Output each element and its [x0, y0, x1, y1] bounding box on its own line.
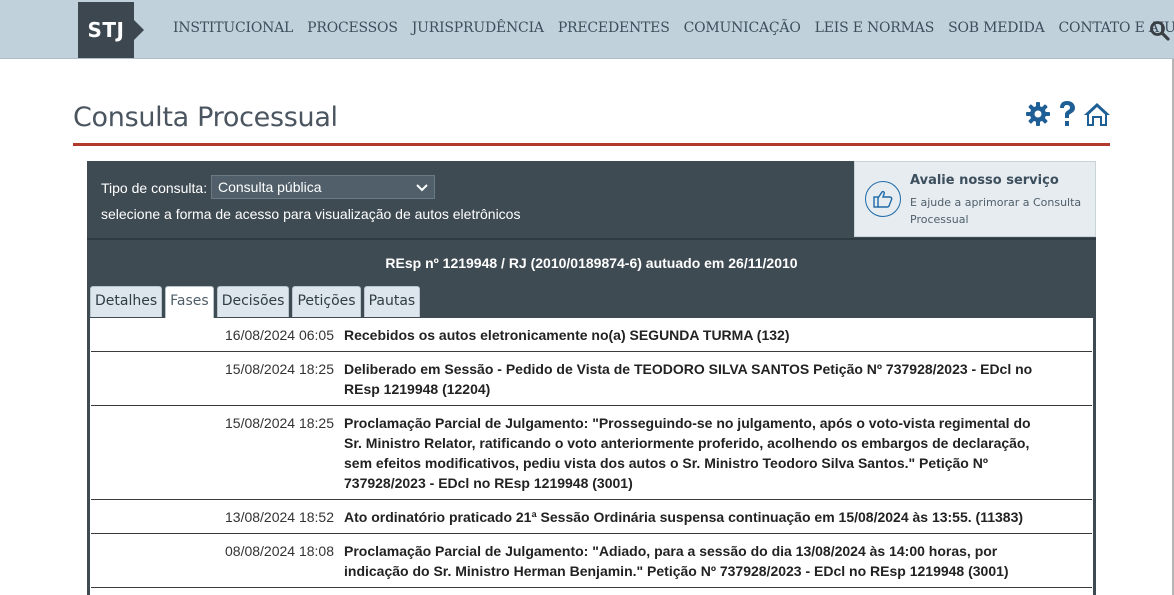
- consulta-type-select[interactable]: Consulta pública: [211, 175, 435, 199]
- fase-row: 15/08/2024 18:25 Proclamação Parcial de …: [91, 406, 1092, 500]
- nav-item-institucional[interactable]: INSTITUCIONAL: [166, 20, 300, 36]
- fase-date: 08/08/2024 18:08: [225, 543, 334, 559]
- avalie-servico-box[interactable]: Avalie nosso serviço E ajude a aprimorar…: [854, 161, 1096, 237]
- tab-pautas[interactable]: Pautas: [363, 286, 421, 317]
- fase-row: 15/08/2024 18:25 Deliberado em Sessão - …: [91, 352, 1092, 406]
- fase-text: Proclamação Parcial de Julgamento: "Adia…: [344, 543, 1009, 579]
- tab-decisoes[interactable]: Decisões: [216, 286, 290, 317]
- main-nav: INSTITUCIONAL PROCESSOS JURISPRUDÊNCIA P…: [166, 20, 1174, 36]
- fase-date: 15/08/2024 18:25: [225, 415, 334, 431]
- header-icons: [1025, 100, 1111, 128]
- tab-bar: Detalhes Fases Decisões Petições Pautas: [90, 286, 421, 318]
- nav-item-precedentes[interactable]: PRECEDENTES: [551, 20, 677, 36]
- avalie-subtitle: E ajude a aprimorar a Consulta Processua…: [910, 196, 1082, 226]
- settings-gear-icon[interactable]: [1025, 101, 1051, 127]
- divider: [87, 238, 1096, 240]
- consulta-type-value: Consulta pública: [218, 179, 322, 195]
- tab-fases[interactable]: Fases: [165, 286, 214, 318]
- consulta-panel: Tipo de consulta: Consulta pública selec…: [87, 161, 1096, 595]
- search-icon[interactable]: [1149, 20, 1171, 42]
- fase-date: 13/08/2024 18:52: [225, 509, 334, 525]
- fase-date: 16/08/2024 06:05: [225, 327, 334, 343]
- page-title: Consulta Processual: [73, 102, 338, 133]
- fase-date: 15/08/2024 18:25: [225, 361, 334, 377]
- avalie-title: Avalie nosso serviço: [910, 173, 1059, 188]
- processo-title: REsp nº 1219948 / RJ (2010/0189874-6) au…: [385, 255, 798, 271]
- fase-text: Deliberado em Sessão - Pedido de Vista d…: [344, 361, 1033, 397]
- fase-text: Ato ordinatório praticado 21ª Sessão Ord…: [344, 509, 1024, 525]
- fase-row: 08/08/2024 18:08 Proclamação Parcial de …: [91, 534, 1092, 588]
- tab-detalhes[interactable]: Detalhes: [90, 286, 163, 317]
- chevron-down-icon: [416, 179, 428, 195]
- fases-list: 16/08/2024 06:05 Recebidos os autos elet…: [87, 318, 1096, 595]
- tab-peticoes[interactable]: Petições: [292, 286, 361, 317]
- nav-item-comunicacao[interactable]: COMUNICAÇÃO: [677, 20, 808, 36]
- fase-row: 13/08/2024 18:52 Ato ordinatório pratica…: [91, 500, 1092, 534]
- consulta-type-label: Tipo de consulta:: [101, 180, 208, 196]
- nav-item-sob-medida[interactable]: SOB MEDIDA: [941, 20, 1051, 36]
- title-divider: [73, 143, 1110, 146]
- nav-item-processos[interactable]: PROCESSOS: [300, 20, 405, 36]
- fase-text: Recebidos os autos eletronicamente no(a)…: [344, 327, 790, 343]
- top-navbar: STJ INSTITUCIONAL PROCESSOS JURISPRUDÊNC…: [0, 0, 1174, 59]
- stj-logo[interactable]: STJ: [78, 2, 144, 58]
- fase-text: Proclamação Parcial de Julgamento: "Pros…: [344, 415, 1031, 491]
- help-question-icon[interactable]: [1057, 100, 1077, 128]
- nav-item-jurisprudencia[interactable]: JURISPRUDÊNCIA: [405, 20, 551, 36]
- fase-row: 16/08/2024 06:05 Recebidos os autos elet…: [91, 318, 1092, 352]
- consulta-hint: selecione a forma de acesso para visuali…: [101, 206, 521, 222]
- nav-item-leis-e-normas[interactable]: LEIS E NORMAS: [808, 20, 941, 36]
- thumbs-up-icon: [865, 181, 901, 217]
- home-icon[interactable]: [1083, 101, 1111, 127]
